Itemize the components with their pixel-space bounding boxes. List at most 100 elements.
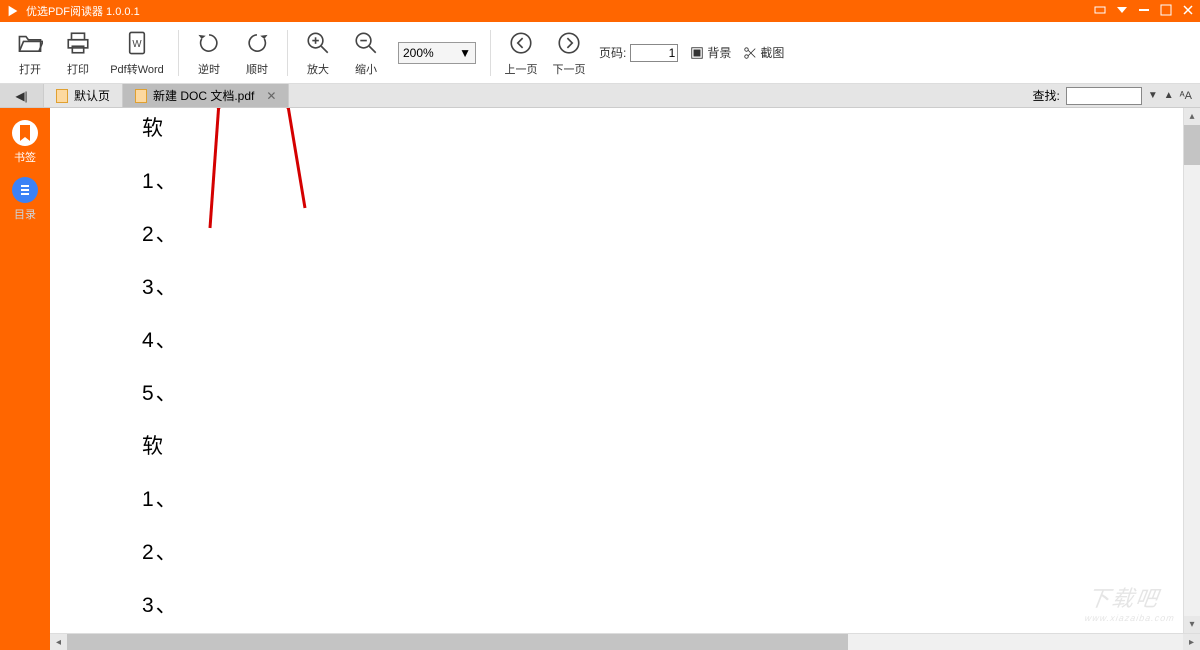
doc-line: 3、 xyxy=(142,277,179,298)
page-number-block: 页码: xyxy=(599,44,678,62)
next-page-button[interactable]: 下一页 xyxy=(545,25,593,81)
prev-page-label: 上一页 xyxy=(505,61,538,77)
scroll-thumb[interactable] xyxy=(67,634,848,650)
search-case-toggle[interactable]: ᴬA xyxy=(1180,90,1192,102)
maximize-button[interactable] xyxy=(1160,4,1172,19)
doc-line: 2、 xyxy=(142,224,179,245)
search-prev-button[interactable]: ▲ xyxy=(1164,90,1174,101)
window-button-2[interactable] xyxy=(1116,4,1128,19)
screenshot-button[interactable]: 截图 xyxy=(743,44,784,61)
sidebar-toc-label: 目录 xyxy=(14,206,36,222)
page-text: 软 1、 2、 3、 4、 5、 软 1、 2、 3、 xyxy=(142,118,179,633)
main-body: 书签 目录 软 1、 2、 3、 4、 5、 软 1、 2、 xyxy=(0,108,1200,650)
open-button[interactable]: 打开 xyxy=(6,25,54,81)
rotate-cw-button[interactable]: 顺时 xyxy=(233,25,281,81)
page-label: 页码: xyxy=(599,44,626,61)
doc-line: 5、 xyxy=(142,383,179,404)
tabbar: ◀| 默认页 新建 DOC 文档.pdf ✕ 查找: ▼ ▲ ᴬA xyxy=(0,84,1200,108)
printer-icon xyxy=(64,29,92,57)
arrow-right-circle-icon xyxy=(555,29,583,57)
doc-line: 软 xyxy=(142,436,179,457)
window-controls xyxy=(1094,4,1194,19)
tab-default[interactable]: 默认页 xyxy=(44,84,123,107)
rotate-ccw-icon xyxy=(195,29,223,57)
background-label: 背景 xyxy=(707,44,731,61)
bookmark-icon xyxy=(12,120,38,146)
tab-file[interactable]: 新建 DOC 文档.pdf ✕ xyxy=(123,84,289,107)
scroll-down-button[interactable]: ▾ xyxy=(1184,616,1200,633)
doc-line: 4、 xyxy=(142,330,179,351)
document-viewport: 软 1、 2、 3、 4、 5、 软 1、 2、 3、 xyxy=(50,108,1200,633)
zoom-out-icon xyxy=(352,29,380,57)
zoom-value: 200% xyxy=(403,46,434,60)
pdf-to-word-icon: W xyxy=(123,29,151,57)
page-area[interactable]: 软 1、 2、 3、 4、 5、 软 1、 2、 3、 xyxy=(50,108,1183,633)
doc-line: 1、 xyxy=(142,171,179,192)
search-label: 查找: xyxy=(1033,87,1060,104)
zoom-in-label: 放大 xyxy=(307,61,329,77)
sidebar-bookmarks-label: 书签 xyxy=(14,149,36,165)
scroll-up-button[interactable]: ▴ xyxy=(1184,108,1200,125)
rotate-cw-icon xyxy=(243,29,271,57)
horizontal-scrollbar[interactable]: ◂ ▸ xyxy=(50,633,1200,650)
window-button-1[interactable] xyxy=(1094,4,1106,19)
pdf-to-word-button[interactable]: W Pdf转Word xyxy=(102,25,172,81)
search-next-button[interactable]: ▼ xyxy=(1148,90,1158,101)
doc-line: 1、 xyxy=(142,489,179,510)
rotate-cw-label: 顺时 xyxy=(246,61,268,77)
open-label: 打开 xyxy=(19,61,41,77)
screenshot-label: 截图 xyxy=(760,44,784,61)
content-wrap: 软 1、 2、 3、 4、 5、 软 1、 2、 3、 xyxy=(50,108,1200,650)
app-title: 优选PDF阅读器 1.0.0.1 xyxy=(26,3,1094,19)
doc-line: 软 xyxy=(142,118,179,139)
sidebar: 书签 目录 xyxy=(0,108,50,650)
document-icon xyxy=(135,89,147,103)
zoom-select[interactable]: 200% ▼ xyxy=(398,42,476,64)
rotate-ccw-button[interactable]: 逆时 xyxy=(185,25,233,81)
tab-file-label: 新建 DOC 文档.pdf xyxy=(153,87,254,104)
search-input[interactable] xyxy=(1066,87,1142,105)
titlebar: 优选PDF阅读器 1.0.0.1 xyxy=(0,0,1200,22)
print-button[interactable]: 打印 xyxy=(54,25,102,81)
scissors-icon xyxy=(743,46,757,60)
next-page-label: 下一页 xyxy=(553,61,586,77)
background-button[interactable]: 背景 xyxy=(690,44,731,61)
pdf-to-word-label: Pdf转Word xyxy=(110,61,164,77)
app-logo-icon xyxy=(6,4,20,18)
tab-close-icon[interactable]: ✕ xyxy=(266,89,276,103)
watermark: 下载吧 www.xiazaiba.com xyxy=(1084,581,1180,623)
doc-line: 2、 xyxy=(142,542,179,563)
list-icon xyxy=(12,177,38,203)
scroll-thumb[interactable] xyxy=(1184,125,1200,165)
zoom-in-icon xyxy=(304,29,332,57)
zoom-in-button[interactable]: 放大 xyxy=(294,25,342,81)
close-button[interactable] xyxy=(1182,4,1194,19)
svg-text:W: W xyxy=(132,39,142,50)
background-icon xyxy=(690,46,704,60)
zoom-out-label: 缩小 xyxy=(355,61,377,77)
prev-page-button[interactable]: 上一页 xyxy=(497,25,545,81)
scroll-left-button[interactable]: ◂ xyxy=(50,634,67,650)
annotation-arrows xyxy=(50,108,450,413)
arrow-left-circle-icon xyxy=(507,29,535,57)
print-label: 打印 xyxy=(67,61,89,77)
document-icon xyxy=(56,89,68,103)
dropdown-arrow-icon: ▼ xyxy=(459,46,471,60)
open-folder-icon xyxy=(16,29,44,57)
toolbar: 打开 打印 W Pdf转Word 逆时 顺时 放大 缩小 xyxy=(0,22,1200,84)
rotate-ccw-label: 逆时 xyxy=(198,61,220,77)
separator xyxy=(287,30,288,76)
separator xyxy=(178,30,179,76)
tab-default-label: 默认页 xyxy=(74,87,110,104)
vertical-scrollbar[interactable]: ▴ ▾ xyxy=(1183,108,1200,633)
scroll-right-button[interactable]: ▸ xyxy=(1183,634,1200,650)
page-number-input[interactable] xyxy=(630,44,678,62)
sidebar-bookmarks[interactable]: 书签 xyxy=(4,116,46,169)
collapse-panel-button[interactable]: ◀| xyxy=(0,84,44,107)
doc-line: 3、 xyxy=(142,595,179,616)
search-area: 查找: ▼ ▲ ᴬA xyxy=(1025,84,1200,107)
sidebar-toc[interactable]: 目录 xyxy=(4,173,46,226)
minimize-button[interactable] xyxy=(1138,4,1150,19)
zoom-out-button[interactable]: 缩小 xyxy=(342,25,390,81)
separator xyxy=(490,30,491,76)
